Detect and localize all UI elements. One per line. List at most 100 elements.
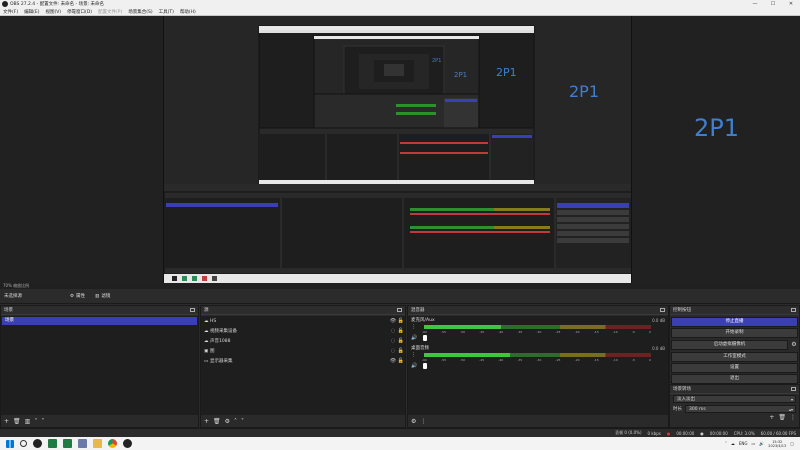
move-up-icon[interactable]: ˄ xyxy=(234,418,237,425)
obs-taskbar-icon[interactable] xyxy=(33,439,42,448)
stop-streaming-button[interactable]: 停止直播 xyxy=(671,317,798,327)
add-scene-icon[interactable]: + xyxy=(4,418,9,425)
visibility-icon[interactable]: ◌ xyxy=(389,338,397,344)
source-item[interactable]: ☁ 声音1088 ◌ 🔓 xyxy=(201,336,405,346)
start-recording-button[interactable]: 开始录制 xyxy=(671,328,798,338)
visibility-icon[interactable]: ◌ xyxy=(389,348,397,354)
tick-label: -45 xyxy=(479,358,485,362)
speaker-icon[interactable]: 🔊 xyxy=(411,335,417,341)
undock-icon[interactable] xyxy=(791,387,796,391)
settings-button[interactable]: 设置 xyxy=(671,363,798,373)
undock-icon[interactable] xyxy=(791,308,796,312)
add-source-icon[interactable]: + xyxy=(204,418,209,425)
chrome-icon[interactable] xyxy=(108,439,117,448)
preview-canvas[interactable]: 2P1 2P1 2P1 2P1 2P1 xyxy=(0,16,800,283)
source-item[interactable]: ▣ 图 ◌ 🔓 xyxy=(201,346,405,356)
transition-menu-icon[interactable]: ⋮ xyxy=(790,414,796,421)
volume-knob[interactable] xyxy=(423,334,428,341)
track-menu-icon[interactable]: ⋮ xyxy=(411,324,416,330)
track-name: 麦克风/Aux xyxy=(411,318,435,323)
tick-label: -55 xyxy=(441,358,446,362)
properties-label: 属性 xyxy=(76,294,86,299)
windows-start-icon[interactable] xyxy=(6,439,14,448)
scene-filter-icon[interactable]: ▥ xyxy=(25,418,31,425)
taskbar: ˄ ☁ ENG ▭ 🔊 15:32 2023/4/13 ▢ xyxy=(0,437,800,450)
lock-icon[interactable]: 🔓 xyxy=(397,318,405,324)
mixer-menu-icon[interactable]: ⋮ xyxy=(420,418,426,425)
tick-label: 0 xyxy=(649,330,651,334)
remove-source-icon[interactable]: 🗑 xyxy=(213,418,221,425)
status-bar: 丢帧 0 (0.0%) 0 kbps ● 00:00:00 ● 00:00:00… xyxy=(0,428,800,437)
tick-label: -5 xyxy=(631,330,635,334)
duration-input[interactable]: 300 ms ▴▾ xyxy=(685,405,796,413)
excel-icon-2[interactable] xyxy=(63,439,72,448)
properties-button[interactable]: ⚙ 属性 xyxy=(70,293,86,300)
remove-transition-icon[interactable]: 🗑 xyxy=(778,414,786,421)
transitions-dock: 场景转场 淡入淡出 ▾ 时长 300 ms ▴▾ + 🗑 ⋮ xyxy=(669,384,800,428)
active-app-icon[interactable] xyxy=(78,439,87,448)
menu-file[interactable]: 文件(F) xyxy=(0,9,21,15)
controls-dock: 控制按钮 停止直播 开始录制 启动虚拟摄像机 ⚙ 工作室模式 设置 退出 xyxy=(669,305,800,384)
tick-label: -60 xyxy=(422,330,427,334)
transition-select[interactable]: 淡入淡出 ▾ xyxy=(673,395,796,403)
move-down-icon[interactable]: ˅ xyxy=(41,418,44,425)
source-item[interactable]: ☁ 视频采集设备 ◌ 🔓 xyxy=(201,326,405,336)
speaker-icon[interactable]: 🔊 xyxy=(411,363,417,369)
lock-icon[interactable]: 🔓 xyxy=(397,358,405,364)
lock-icon[interactable]: 🔓 xyxy=(397,338,405,344)
undock-icon[interactable] xyxy=(397,308,402,312)
tick-label: -50 xyxy=(460,330,466,334)
undock-icon[interactable] xyxy=(660,308,665,312)
move-down-icon[interactable]: ˅ xyxy=(241,418,244,425)
cloud-tray-icon[interactable]: ☁ xyxy=(731,441,735,446)
clock[interactable]: 15:32 2023/4/13 xyxy=(768,440,786,448)
maximize-icon[interactable]: ☐ xyxy=(764,1,782,7)
undock-icon[interactable] xyxy=(190,308,195,312)
volume-knob[interactable] xyxy=(423,362,428,369)
language-indicator[interactable]: ENG xyxy=(739,441,748,446)
add-transition-icon[interactable]: + xyxy=(769,414,774,421)
visibility-icon[interactable]: 👁 xyxy=(389,358,397,364)
selected-source-label: 未选择源 xyxy=(4,294,22,299)
source-item[interactable]: ☁ HS 👁 🔓 xyxy=(201,316,405,326)
menu-profile: 配置文件(P) xyxy=(98,9,123,15)
minimize-icon[interactable]: — xyxy=(746,1,764,7)
file-explorer-icon[interactable] xyxy=(93,439,102,448)
scene-item[interactable]: 场景 xyxy=(2,317,197,325)
visibility-icon[interactable]: 👁 xyxy=(389,318,397,324)
source-properties-icon[interactable]: ⚙ xyxy=(225,418,230,425)
menu-edit[interactable]: 编辑(E) xyxy=(21,9,42,15)
menu-tools[interactable]: 工具(T) xyxy=(156,9,177,15)
network-icon[interactable]: ▭ xyxy=(752,441,756,446)
track-db: 0.0 dB xyxy=(652,345,665,351)
remove-scene-icon[interactable]: 🗑 xyxy=(13,418,21,425)
controls-title: 控制按钮 xyxy=(673,308,691,313)
track-menu-icon[interactable]: ⋮ xyxy=(411,352,416,358)
excel-icon[interactable] xyxy=(48,439,57,448)
track-name: 桌面音频 xyxy=(411,346,429,351)
chevron-up-icon[interactable]: ˄ xyxy=(725,441,727,446)
menu-docks[interactable]: 停靠窗口(D) xyxy=(64,9,95,15)
studio-mode-button[interactable]: 工作室模式 xyxy=(671,352,798,362)
visibility-icon[interactable]: ◌ xyxy=(389,328,397,334)
start-virtual-camera-button[interactable]: 启动虚拟摄像机 xyxy=(671,340,788,350)
filters-button[interactable]: ▥ 滤镜 xyxy=(95,293,110,300)
source-item[interactable]: ▭ 显示器采集 👁 🔓 xyxy=(201,356,405,366)
menu-scene-collection[interactable]: 场景集合(S) xyxy=(125,9,155,15)
volume-icon[interactable]: 🔊 xyxy=(759,441,764,446)
mixer-track: 桌面音频 0.0 dB ⋮ -60 -55 -50 -45 -40 -35 -30 -25 -20… xyxy=(408,344,668,369)
lock-icon[interactable]: 🔓 xyxy=(397,348,405,354)
menu-view[interactable]: 视图(V) xyxy=(42,9,64,15)
virtual-camera-settings-icon[interactable]: ⚙ xyxy=(789,339,799,351)
close-icon[interactable]: ✕ xyxy=(782,1,800,7)
search-icon[interactable] xyxy=(20,440,27,447)
obs-taskbar-icon-2[interactable] xyxy=(123,439,132,448)
notification-icon[interactable]: ▢ xyxy=(790,441,794,446)
exit-button[interactable]: 退出 xyxy=(671,374,798,384)
advanced-audio-icon[interactable]: ⚙ xyxy=(411,418,416,425)
lock-icon[interactable]: 🔓 xyxy=(397,328,405,334)
tick-label: -25 xyxy=(555,330,561,334)
move-up-icon[interactable]: ˄ xyxy=(34,418,37,425)
menu-help[interactable]: 帮助(H) xyxy=(177,9,199,15)
tick-label: -15 xyxy=(593,358,599,362)
